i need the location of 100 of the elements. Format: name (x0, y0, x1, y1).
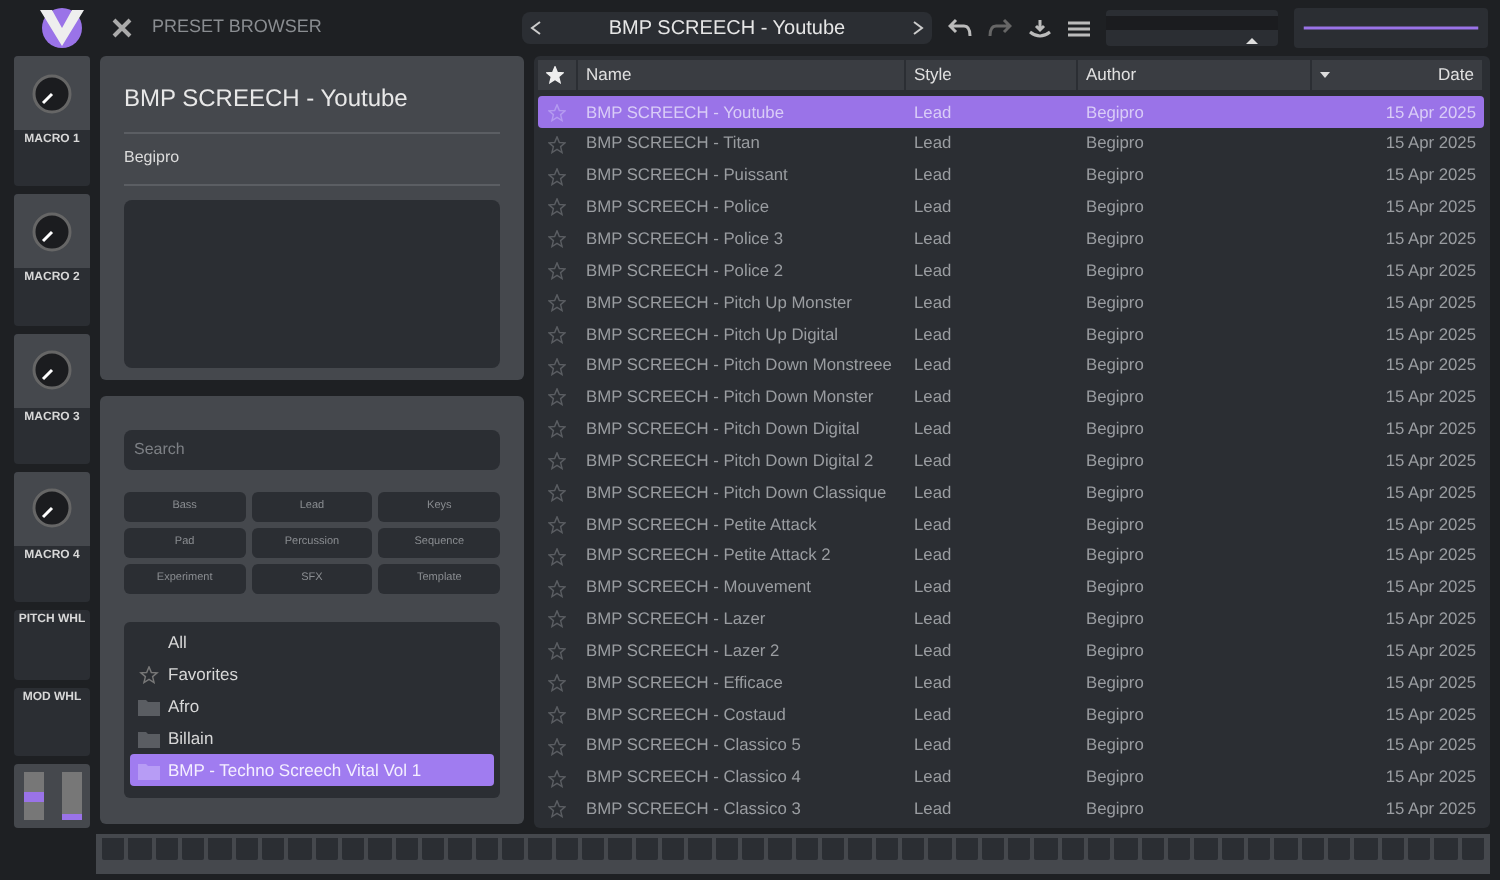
star-icon[interactable] (548, 610, 566, 629)
preset-row[interactable]: BMP SCREECH - Pitch Up Monster Lead Begipro 15 Apr 2025 (538, 286, 1484, 318)
preset-selector[interactable]: BMP SCREECH - Youtube (522, 12, 932, 44)
author-cell-text: Begipro (1084, 384, 1146, 410)
preset-row[interactable]: BMP SCREECH - Pitch Down Digital 2 Lead Begipro 15 Apr 2025 (538, 444, 1484, 477)
preset-row[interactable]: BMP SCREECH - Mouvement Lead Begipro 15 Apr 2025 (538, 571, 1484, 603)
piano-keyboard[interactable] (96, 834, 1490, 874)
knob-icon[interactable] (30, 209, 74, 254)
style-cell-text: Lead (912, 574, 954, 600)
star-icon[interactable] (548, 579, 566, 598)
save-icon[interactable] (1028, 17, 1052, 39)
preset-row[interactable]: BMP SCREECH - Lazer Lead Begipro 15 Apr 2025 (538, 603, 1484, 635)
star-icon[interactable] (548, 198, 566, 217)
knob-icon[interactable] (30, 348, 74, 393)
author-cell-text: Begipro (1084, 574, 1146, 600)
style-cell-text: Lead (912, 542, 954, 569)
star-icon[interactable] (548, 167, 566, 186)
column-header[interactable]: Style (906, 60, 1078, 90)
star-icon[interactable] (548, 705, 566, 724)
star-icon[interactable] (548, 135, 566, 154)
preset-row[interactable]: BMP SCREECH - Police 2 Lead Begipro 15 Apr 2025 (538, 254, 1484, 287)
folder-item[interactable]: BMP - Techno Screech Vital Vol 1 (130, 754, 494, 786)
style-cell-text: Lead (912, 511, 954, 537)
preset-name-cell-text: BMP SCREECH - Pitch Down Digital (584, 416, 862, 442)
undo-icon[interactable] (948, 18, 972, 38)
star-icon[interactable] (548, 357, 566, 376)
preset-row[interactable]: BMP SCREECH - Classico 3 Lead Begipro 15 Apr 2025 (538, 793, 1484, 825)
preset-name-cell-text: BMP SCREECH - Petite Attack (584, 511, 819, 537)
star-icon[interactable] (548, 388, 566, 407)
style-cell-text: Lead (912, 606, 954, 632)
preset-row[interactable]: BMP SCREECH - Efficace Lead Begipro 15 Apr 2025 (538, 666, 1484, 699)
preset-name-cell-text: BMP SCREECH - Police 2 (584, 257, 786, 283)
preset-row[interactable]: BMP SCREECH - Puissant Lead Begipro 15 Apr 2025 (538, 159, 1484, 192)
author-cell-text: Begipro (1084, 162, 1146, 188)
previous-icon[interactable] (530, 20, 542, 36)
preset-row[interactable]: BMP SCREECH - Costaud Lead Begipro 15 Apr 2025 (538, 698, 1484, 730)
star-icon[interactable] (548, 642, 566, 661)
redo-icon[interactable] (988, 18, 1012, 38)
preset-name-cell-text: BMP SCREECH - Titan (584, 130, 762, 157)
preset-row[interactable]: BMP SCREECH - Lazer 2 Lead Begipro 15 Apr 2025 (538, 634, 1484, 667)
star-icon[interactable] (548, 103, 566, 122)
knob-icon[interactable] (30, 486, 74, 531)
style-cell-text: Lead (912, 732, 954, 759)
preset-row[interactable]: BMP SCREECH - Pitch Down Monster Lead Begipro 15 Apr 2025 (538, 381, 1484, 413)
folder-item[interactable]: Billain (130, 722, 494, 754)
folder-item[interactable]: Favorites (130, 658, 494, 690)
star-icon[interactable] (548, 325, 566, 344)
author-cell-text: Begipro (1084, 352, 1146, 378)
preset-row[interactable]: BMP SCREECH - Classico 5 Lead Begipro 15 Apr 2025 (538, 729, 1484, 762)
preset-row[interactable]: BMP SCREECH - Pitch Up Digital Lead Begipro 15 Apr 2025 (538, 317, 1484, 350)
menu-icon[interactable] (1068, 19, 1090, 37)
star-icon[interactable] (548, 769, 566, 788)
column-header[interactable]: Author (1078, 60, 1312, 90)
column-header[interactable]: Date (1312, 60, 1484, 90)
date-cell-text: 15 Apr 2025 (1383, 511, 1478, 537)
preset-row[interactable]: BMP SCREECH - Police Lead Begipro 15 Apr 2025 (538, 191, 1484, 223)
star-icon[interactable] (138, 665, 160, 683)
preset-row[interactable]: BMP SCREECH - Petite Attack 2 Lead Begipro 15 Apr 2025 (538, 539, 1484, 572)
star-icon[interactable] (548, 230, 566, 249)
window-title: PRESET BROWSER (152, 14, 322, 41)
preset-row[interactable]: BMP SCREECH - Police 3 Lead Begipro 15 Apr 2025 (538, 222, 1484, 255)
date-cell-text: 15 Apr 2025 (1383, 162, 1478, 188)
style-cell-text: Lead (912, 194, 954, 220)
search-field[interactable]: Search (124, 429, 500, 469)
preset-name-cell-text: BMP SCREECH - Pitch Up Digital (584, 321, 840, 347)
close-icon[interactable] (112, 18, 132, 38)
preset-row[interactable]: BMP SCREECH - Petite Attack Lead Begipro 15 Apr 2025 (538, 507, 1484, 540)
star-icon[interactable] (548, 674, 566, 693)
folder-item[interactable]: All (130, 626, 494, 658)
author-cell-text: Begipro (1084, 669, 1146, 695)
date-cell-text: 15 Apr 2025 (1383, 257, 1478, 283)
preset-name-cell-text: BMP SCREECH - Lazer 2 (584, 637, 782, 664)
star-icon[interactable] (548, 737, 566, 756)
star-icon[interactable] (548, 293, 566, 312)
star-icon[interactable] (548, 262, 566, 281)
next-icon[interactable] (912, 20, 924, 36)
preset-row[interactable]: BMP SCREECH - Titan Lead Begipro 15 Apr 2025 (538, 127, 1484, 160)
style-cell-text: Lead (912, 99, 954, 125)
folder-item[interactable]: Afro (130, 690, 494, 722)
preset-row[interactable]: BMP SCREECH - Pitch Down Classique Lead Begipro 15 Apr 2025 (538, 476, 1484, 508)
preset-row[interactable]: BMP SCREECH - Classico 4 Lead Begipro 15 Apr 2025 (538, 761, 1484, 794)
style-cell-text: Lead (912, 479, 954, 505)
author-cell-text: Begipro (1084, 479, 1146, 505)
star-icon[interactable] (548, 484, 566, 503)
knob-icon[interactable] (30, 71, 74, 115)
preset-name-cell-text: BMP SCREECH - Pitch Down Digital 2 (584, 447, 876, 473)
preset-title: BMP SCREECH - Youtube (124, 72, 500, 134)
star-icon[interactable] (548, 547, 566, 566)
author-cell-text: Begipro (1084, 764, 1146, 790)
star-icon[interactable] (548, 800, 566, 819)
star-icon[interactable] (548, 452, 566, 471)
star-icon[interactable] (548, 515, 566, 534)
author-cell-text: Begipro (1084, 701, 1146, 727)
preset-name-cell-text: BMP SCREECH - Pitch Down Monster (584, 384, 876, 410)
preset-row[interactable]: BMP SCREECH - Pitch Down Monstreee Lead Begipro 15 Apr 2025 (538, 349, 1484, 382)
preset-row[interactable]: BMP SCREECH - Pitch Down Digital Lead Begipro 15 Apr 2025 (538, 412, 1484, 445)
column-header[interactable]: Name (578, 60, 906, 90)
star-icon[interactable] (548, 420, 566, 439)
date-cell-text: 15 Apr 2025 (1383, 669, 1478, 695)
preset-name-cell-text: BMP SCREECH - Classico 5 (584, 732, 803, 759)
